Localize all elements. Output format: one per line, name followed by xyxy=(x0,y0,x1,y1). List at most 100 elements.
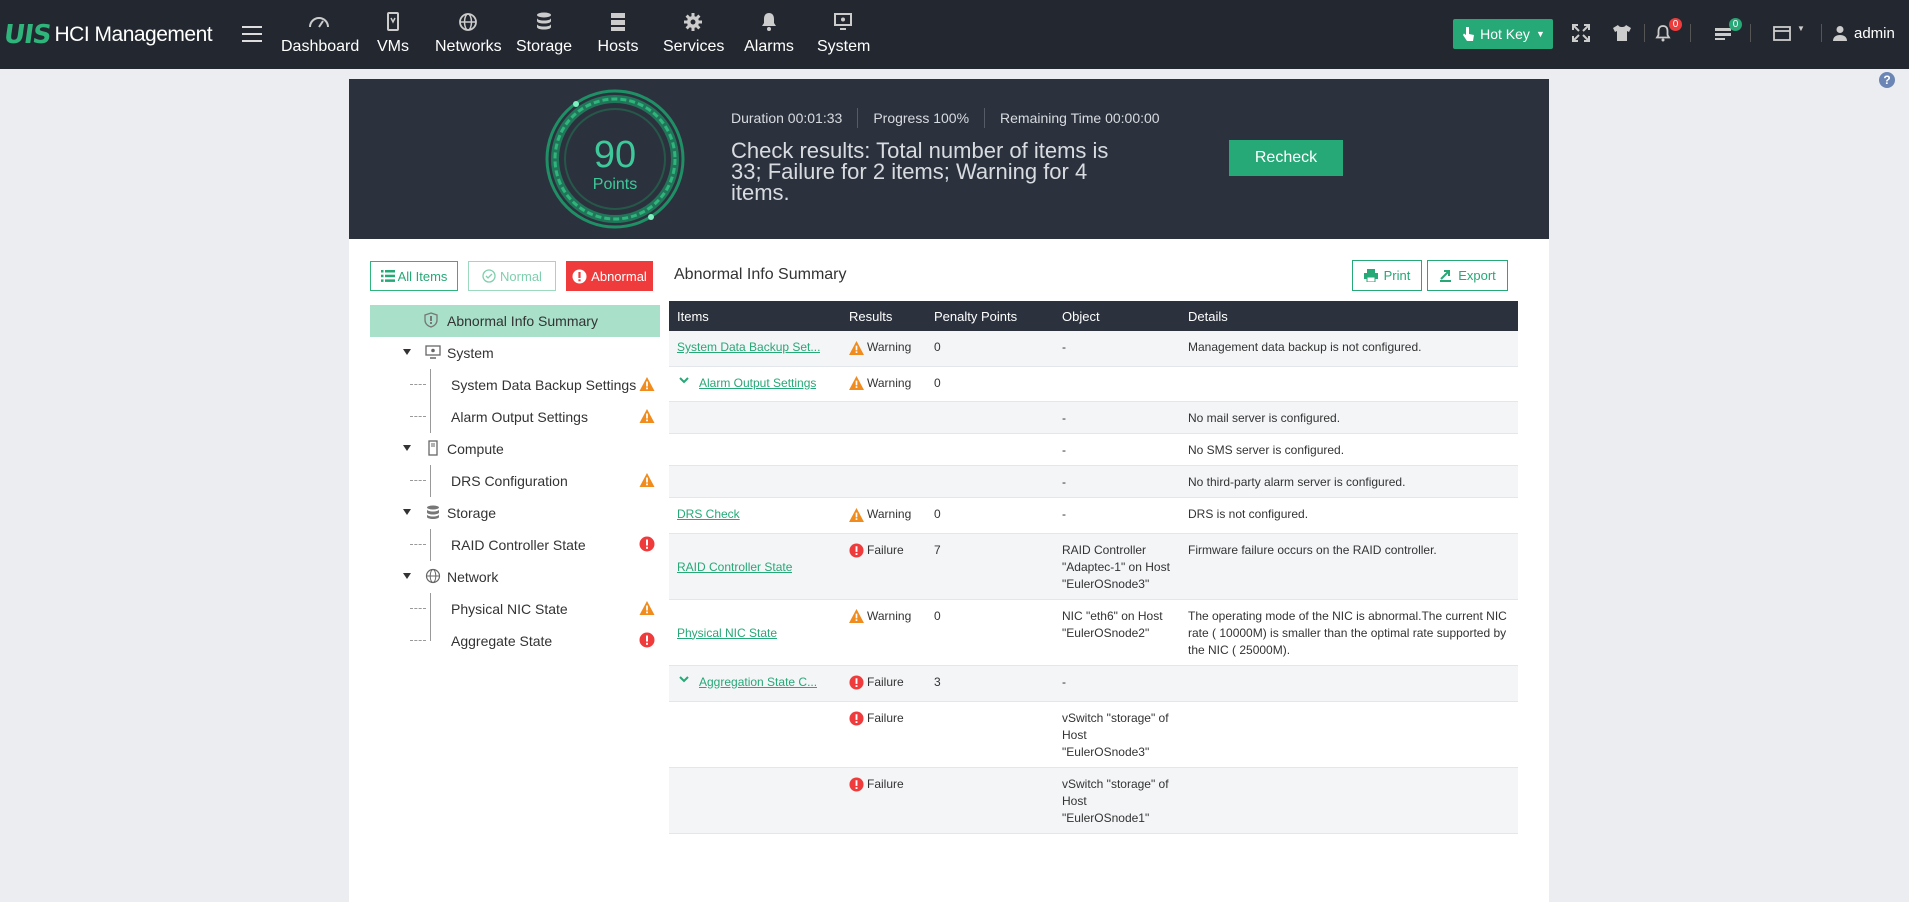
health-score: 90 xyxy=(593,134,637,176)
nav-hosts[interactable]: Hosts xyxy=(596,10,640,60)
tree-item-abnormal-summary[interactable]: Abnormal Info Summary xyxy=(370,305,660,337)
tree-connector xyxy=(430,465,431,497)
check-stats: Duration 00:01:33 Progress 100% Remainin… xyxy=(731,108,1175,128)
object-cell: - xyxy=(1054,331,1180,367)
column-header[interactable]: Results xyxy=(841,301,926,331)
tree-connector xyxy=(410,608,426,609)
user-menu[interactable]: admin xyxy=(1831,24,1895,42)
filter-normal-button[interactable]: Normal xyxy=(468,261,556,291)
penalty-points xyxy=(926,465,1054,498)
column-header[interactable]: Details xyxy=(1180,301,1518,331)
tree-group-compute[interactable]: Compute xyxy=(370,433,660,465)
abnormal-summary-table: Items Results Penalty Points Object Deta… xyxy=(669,301,1518,834)
tree-group-system[interactable]: System xyxy=(370,337,660,369)
nav-alarms[interactable]: Alarms xyxy=(744,10,794,60)
tree-item-label: Alarm Output Settings xyxy=(451,409,588,425)
details-cell: Management data backup is not configured… xyxy=(1180,331,1518,367)
tree-item-aggregate[interactable]: Aggregate State xyxy=(370,625,660,657)
tree-item-physical-nic[interactable]: Physical NIC State xyxy=(370,593,660,625)
app-title: HCI Management xyxy=(54,23,213,46)
health-check-panel: 90 Points Duration 00:01:33 Progress 100… xyxy=(349,79,1549,902)
item-link[interactable]: Aggregation State C... xyxy=(699,674,817,691)
table-header-row: Items Results Penalty Points Object Deta… xyxy=(669,301,1518,331)
details-cell: DRS is not configured. xyxy=(1180,497,1518,534)
tree-item-label: System Data Backup Settings xyxy=(451,377,637,393)
app-logo[interactable]: UIS HCI Management xyxy=(2,20,213,50)
nav-vms[interactable]: VMs xyxy=(373,10,413,60)
nav-dashboard[interactable]: Dashboard xyxy=(281,10,359,60)
item-link[interactable]: DRS Check xyxy=(677,506,740,523)
tree-item-system-backup[interactable]: System Data Backup Settings xyxy=(370,369,660,401)
item-link[interactable]: Alarm Output Settings xyxy=(699,375,816,392)
column-header[interactable]: Items xyxy=(669,301,841,331)
tree-item-raid[interactable]: RAID Controller State xyxy=(370,529,660,561)
export-button[interactable]: Export xyxy=(1427,260,1508,291)
duration-text: Duration 00:01:33 xyxy=(731,110,843,126)
table-row: Physical NIC State Warning 0 NIC "eth6" … xyxy=(669,599,1518,666)
hot-key-dropdown[interactable]: Hot Key ▼ xyxy=(1453,19,1553,49)
tree-item-alarm-output[interactable]: Alarm Output Settings xyxy=(370,401,660,433)
result-text: Warning xyxy=(867,507,912,521)
item-link[interactable]: RAID Controller State xyxy=(677,559,792,576)
object-cell: - xyxy=(1054,401,1180,434)
result-cell xyxy=(841,401,926,434)
print-button[interactable]: Print xyxy=(1352,260,1422,291)
tree-group-storage[interactable]: Storage xyxy=(370,497,660,529)
menu-toggle-icon[interactable] xyxy=(242,26,262,42)
warning-icon xyxy=(639,473,655,487)
fullscreen-icon[interactable] xyxy=(1570,22,1592,44)
column-header[interactable]: Penalty Points xyxy=(926,301,1054,331)
progress-text: Progress 100% xyxy=(857,108,984,128)
filter-abnormal-label: Abnormal xyxy=(591,268,647,284)
help-icon[interactable]: ? xyxy=(1879,72,1895,88)
filter-abnormal-button[interactable]: Abnormal xyxy=(566,261,653,291)
calendar-icon xyxy=(1773,26,1791,41)
result-text: Warning xyxy=(867,375,912,390)
gauge-icon xyxy=(309,17,329,28)
vm-icon xyxy=(387,12,399,31)
item-cell xyxy=(669,701,841,768)
exclamation-circle-icon xyxy=(572,269,587,283)
result-cell: Warning xyxy=(849,506,911,523)
export-icon xyxy=(1440,270,1452,282)
item-cell xyxy=(669,767,841,834)
object-cell: - xyxy=(1054,465,1180,498)
filter-all-items-button[interactable]: All Items xyxy=(370,261,458,291)
item-link[interactable]: System Data Backup Set... xyxy=(677,339,820,356)
column-header[interactable]: Object xyxy=(1054,301,1180,331)
bell-icon xyxy=(762,13,776,31)
result-filter-group: All Items Normal Abnormal xyxy=(370,261,663,291)
export-label: Export xyxy=(1458,268,1496,283)
warning-icon xyxy=(639,409,655,423)
nav-storage[interactable]: Storage xyxy=(516,10,572,60)
caret-down-icon xyxy=(403,509,411,515)
nav-networks[interactable]: Networks xyxy=(435,10,502,60)
object-cell: vSwitch "storage" of Host "EulerOSnode3" xyxy=(1054,701,1180,768)
penalty-points xyxy=(926,433,1054,466)
item-cell xyxy=(669,401,841,434)
nav-system-label: System xyxy=(817,38,871,55)
chevron-down-icon[interactable] xyxy=(679,375,689,385)
alarm-notifications[interactable]: 0 xyxy=(1652,18,1682,44)
result-text: Failure xyxy=(867,776,904,791)
chevron-down-icon[interactable] xyxy=(679,674,689,684)
item-link[interactable]: Physical NIC State xyxy=(677,625,777,642)
monitor-icon xyxy=(834,13,852,30)
tree-group-network[interactable]: Network xyxy=(370,561,660,593)
error-icon xyxy=(849,542,864,558)
task-notifications[interactable]: 0 xyxy=(1712,18,1742,44)
table-row: System Data Backup Set... Warning 0 - Ma… xyxy=(669,331,1518,367)
filter-normal-label: Normal xyxy=(500,268,542,284)
calendar-dropdown[interactable]: ▼ xyxy=(1771,22,1807,44)
nav-services[interactable]: Services xyxy=(663,10,724,60)
warning-icon xyxy=(849,340,864,355)
nav-system[interactable]: System xyxy=(817,10,871,60)
globe-icon xyxy=(425,568,441,584)
recheck-button[interactable]: Recheck xyxy=(1229,140,1343,176)
penalty-points xyxy=(926,401,1054,434)
table-row: - No third-party alarm server is configu… xyxy=(669,465,1518,498)
shirt-icon[interactable] xyxy=(1611,22,1633,44)
tree-item-drs[interactable]: DRS Configuration xyxy=(370,465,660,497)
toolbar-separator xyxy=(1821,24,1822,42)
warning-icon xyxy=(849,609,864,623)
